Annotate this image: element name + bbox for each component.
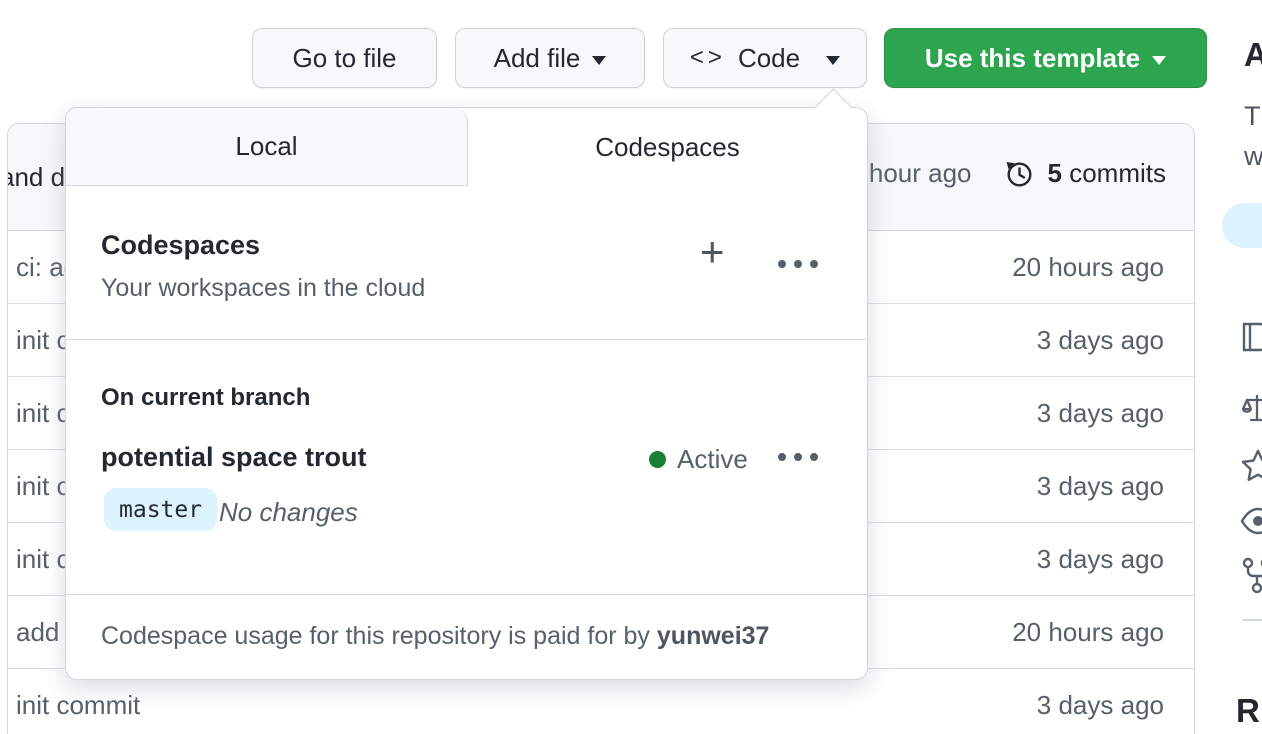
go-to-file-label: Go to file xyxy=(292,42,397,73)
row-commit-time: 20 hours ago xyxy=(1012,616,1164,647)
codespace-kebab-button[interactable] xyxy=(778,453,818,461)
codespaces-kebab-button[interactable] xyxy=(778,260,818,268)
code-dropdown: Local Codespaces Codespaces Your workspa… xyxy=(65,88,868,680)
commits-label: commits xyxy=(1069,158,1166,188)
codespace-name[interactable]: potential space trout xyxy=(101,442,367,473)
releases-heading: R xyxy=(1236,692,1260,729)
row-commit-message: init commit xyxy=(16,689,141,720)
go-to-file-button[interactable]: Go to file xyxy=(252,28,437,88)
code-icon: <> xyxy=(689,44,726,71)
caret-down-icon xyxy=(826,55,841,65)
row-commit-time: 20 hours ago xyxy=(1012,251,1164,282)
fork-icon[interactable] xyxy=(1240,556,1262,601)
row-commit-time: 3 days ago xyxy=(1036,543,1164,574)
row-commit-time: 3 days ago xyxy=(1036,689,1164,720)
history-icon xyxy=(1004,159,1034,189)
use-template-label: Use this template xyxy=(924,42,1141,73)
code-label: Code xyxy=(737,42,801,73)
repo-page: and d 1 hour ago 5 commits ci: ad 20 hou… xyxy=(0,0,1262,734)
about-description-line: T xyxy=(1244,101,1261,131)
commits-link[interactable]: 5 commits xyxy=(1044,158,1166,189)
footer-text: Codespace usage for this repository is p… xyxy=(101,622,650,650)
about-description-line: w xyxy=(1244,141,1262,171)
add-file-button[interactable]: Add file xyxy=(455,28,645,88)
codespaces-subtitle: Your workspaces in the cloud xyxy=(101,274,426,302)
active-status-label: Active xyxy=(677,444,748,474)
footer-owner: yunwei37 xyxy=(656,622,770,650)
code-button[interactable]: <> Code xyxy=(663,28,867,88)
codespace-usage-footer: Codespace usage for this repository is p… xyxy=(101,622,769,651)
commit-meta: 1 hour ago 5 commits xyxy=(847,158,1166,189)
tab-codespaces[interactable]: Codespaces xyxy=(468,108,867,186)
branch-badge: master xyxy=(104,488,218,531)
active-status-dot-icon xyxy=(649,451,666,468)
codespaces-title: Codespaces xyxy=(101,230,261,260)
license-scales-icon[interactable] xyxy=(1240,392,1262,431)
star-icon[interactable] xyxy=(1240,448,1262,489)
codespace-status: Active xyxy=(649,444,748,475)
new-codespace-plus-button[interactable]: + xyxy=(700,228,725,276)
commits-count: 5 xyxy=(1047,158,1062,188)
add-file-label: Add file xyxy=(493,42,581,73)
dropdown-divider xyxy=(66,339,867,340)
readme-book-icon[interactable] xyxy=(1240,320,1262,359)
row-commit-time: 3 days ago xyxy=(1036,470,1164,501)
row-commit-time: 3 days ago xyxy=(1036,397,1164,428)
dropdown-tabs: Local Codespaces xyxy=(66,108,867,186)
tab-codespaces-label: Codespaces xyxy=(595,131,740,162)
caret-down-icon xyxy=(1152,55,1167,65)
sidebar-divider xyxy=(1243,619,1262,621)
eye-icon[interactable] xyxy=(1240,506,1262,541)
topic-tag[interactable] xyxy=(1222,203,1262,248)
changes-status: No changes xyxy=(219,497,358,527)
tab-local-label: Local xyxy=(235,131,298,161)
caret-down-icon xyxy=(592,55,607,65)
dropdown-divider xyxy=(66,594,867,595)
about-heading: A xyxy=(1244,36,1262,73)
latest-commit-message: and d xyxy=(8,162,66,192)
on-current-branch-label: On current branch xyxy=(101,384,311,411)
use-this-template-button[interactable]: Use this template xyxy=(884,28,1207,88)
tab-local[interactable]: Local xyxy=(66,108,468,186)
row-commit-time: 3 days ago xyxy=(1036,324,1164,355)
